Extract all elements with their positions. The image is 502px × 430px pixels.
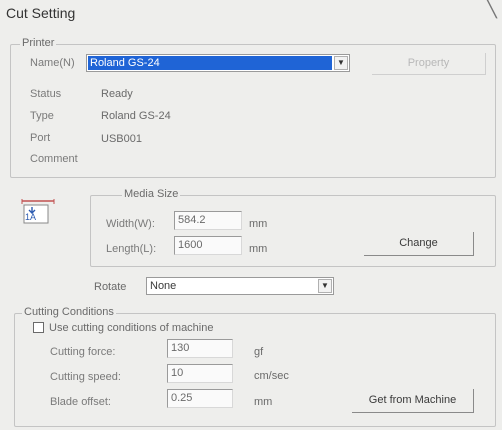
width-label: Width(W): (106, 218, 155, 230)
status-label: Status (30, 88, 62, 100)
type-value: Roland GS-24 (101, 110, 171, 122)
rotate-value: None (150, 280, 177, 292)
port-label: Port (30, 132, 51, 144)
close-icon[interactable]: ╲ (486, 0, 497, 19)
cutting-speed-label: Cutting speed: (50, 371, 121, 383)
blade-offset-label: Blade offset: (50, 396, 111, 408)
window-title: Cut Setting (6, 5, 76, 21)
cutting-speed-field[interactable]: 10 (167, 364, 233, 383)
media-size-group (90, 195, 496, 267)
cutting-force-field[interactable]: 130 (167, 339, 233, 358)
use-machine-checkbox[interactable] (33, 322, 44, 333)
width-unit: mm (249, 218, 268, 230)
chevron-down-icon[interactable]: ▼ (334, 56, 348, 70)
width-field[interactable]: 584.2 (174, 211, 242, 230)
type-label: Type (30, 110, 54, 122)
length-field[interactable]: 1600 (174, 236, 242, 255)
media-icon: 1A (20, 198, 56, 226)
use-machine-label[interactable]: Use cutting conditions of machine (49, 322, 213, 334)
blade-offset-unit: mm (254, 396, 273, 408)
port-value: USB001 (101, 133, 142, 145)
cutting-speed-unit: cm/sec (254, 370, 289, 382)
printer-name-value: Roland GS-24 (88, 56, 332, 70)
printer-name-label: Name(N) (30, 57, 75, 69)
media-icon-text: 1A (25, 212, 37, 222)
printer-legend: Printer (20, 37, 57, 49)
get-from-machine-button[interactable]: Get from Machine (352, 389, 474, 413)
cutting-force-unit: gf (254, 346, 264, 358)
change-button[interactable]: Change (364, 232, 474, 256)
printer-name-select[interactable]: Roland GS-24 ▼ (86, 54, 350, 72)
length-label: Length(L): (106, 243, 157, 255)
chevron-down-icon[interactable]: ▼ (318, 279, 332, 293)
rotate-select[interactable]: None ▼ (146, 277, 334, 295)
comment-label: Comment (30, 153, 78, 165)
rotate-label: Rotate (94, 281, 127, 293)
cutting-conditions-legend: Cutting Conditions (22, 306, 116, 318)
media-size-legend: Media Size (122, 188, 181, 200)
length-unit: mm (249, 243, 268, 255)
blade-offset-field[interactable]: 0.25 (167, 389, 233, 408)
cutting-force-label: Cutting force: (50, 346, 116, 358)
status-value: Ready (101, 88, 133, 100)
property-button[interactable]: Property (372, 53, 486, 75)
